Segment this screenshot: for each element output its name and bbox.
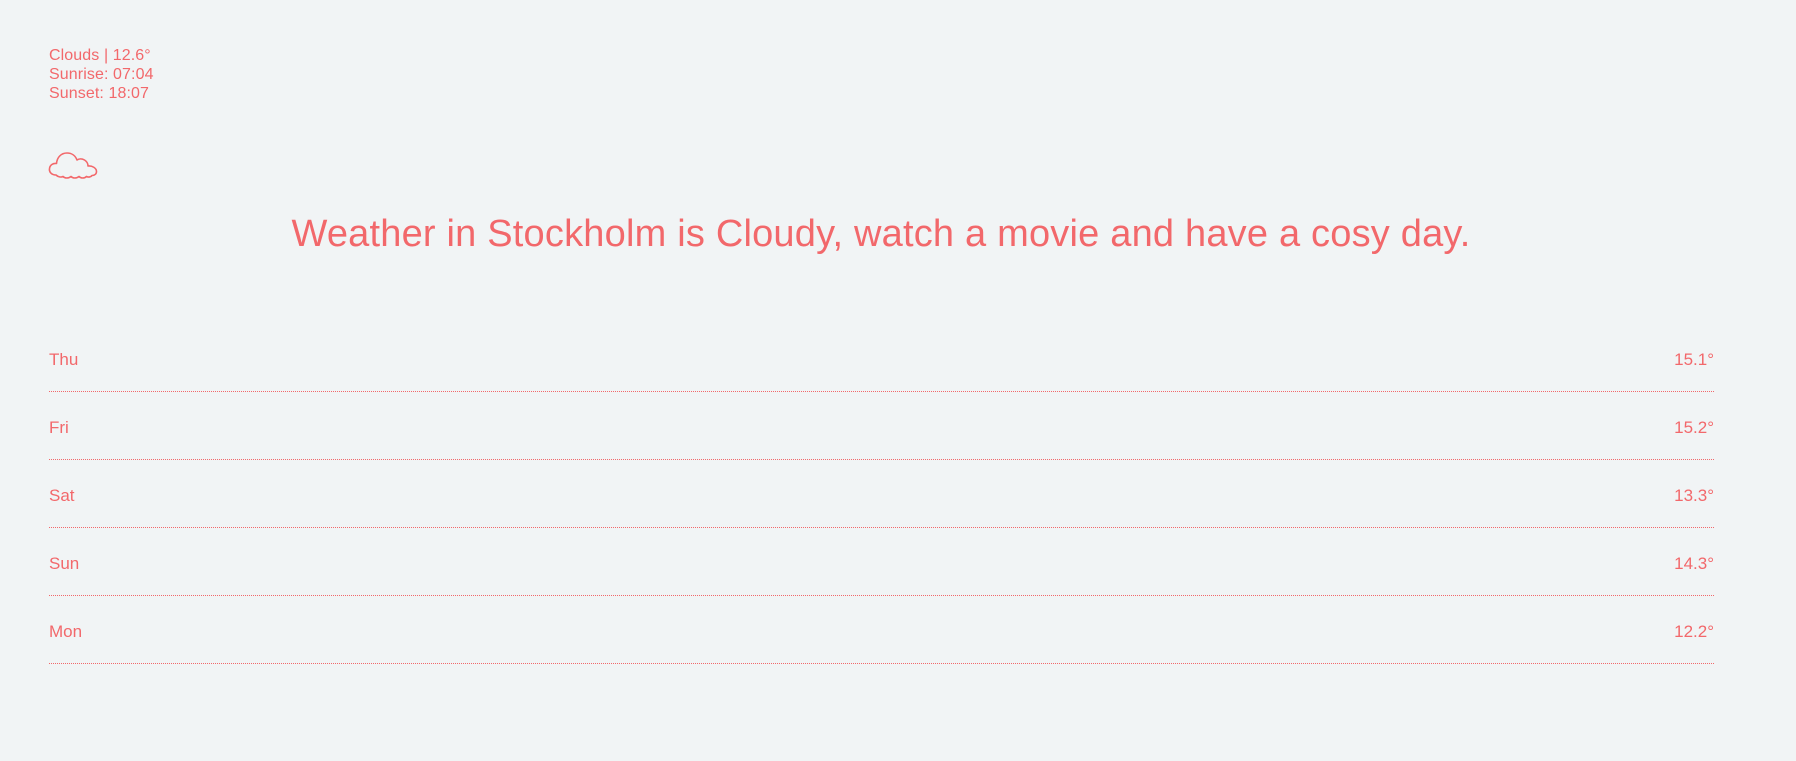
forecast-temperature: 14.3°	[1674, 554, 1714, 573]
forecast-temperature: 13.3°	[1674, 486, 1714, 505]
forecast-row: Mon 12.2°	[49, 596, 1714, 664]
forecast-temperature: 15.2°	[1674, 418, 1714, 437]
forecast-day: Mon	[49, 622, 83, 641]
sunrise-time: Sunrise: 07:04	[49, 66, 154, 83]
forecast-day: Sun	[49, 554, 80, 573]
forecast-row: Sun 14.3°	[49, 528, 1714, 596]
weather-headline: Weather in Stockholm is Cloudy, watch a …	[291, 213, 1471, 255]
forecast-row: Fri 15.2°	[49, 392, 1714, 460]
current-weather-summary: Clouds | 12.6° Sunrise: 07:04 Sunset: 18…	[49, 46, 154, 103]
sunset-time: Sunset: 18:07	[49, 85, 150, 102]
weather-page: Clouds | 12.6° Sunrise: 07:04 Sunset: 18…	[0, 0, 1796, 761]
forecast-day: Fri	[49, 418, 69, 437]
forecast-day: Thu	[49, 350, 79, 369]
forecast-temperature: 15.1°	[1674, 350, 1714, 369]
forecast-row: Sat 13.3°	[49, 460, 1714, 528]
cloud-icon	[48, 142, 100, 180]
forecast-row: Thu 15.1°	[49, 324, 1714, 392]
condition-temperature: Clouds | 12.6°	[49, 47, 151, 64]
forecast-temperature: 12.2°	[1674, 622, 1714, 641]
forecast-list: Thu 15.1° Fri 15.2° Sat 13.3° Sun 14.3° …	[49, 324, 1714, 664]
forecast-day: Sat	[49, 486, 75, 505]
